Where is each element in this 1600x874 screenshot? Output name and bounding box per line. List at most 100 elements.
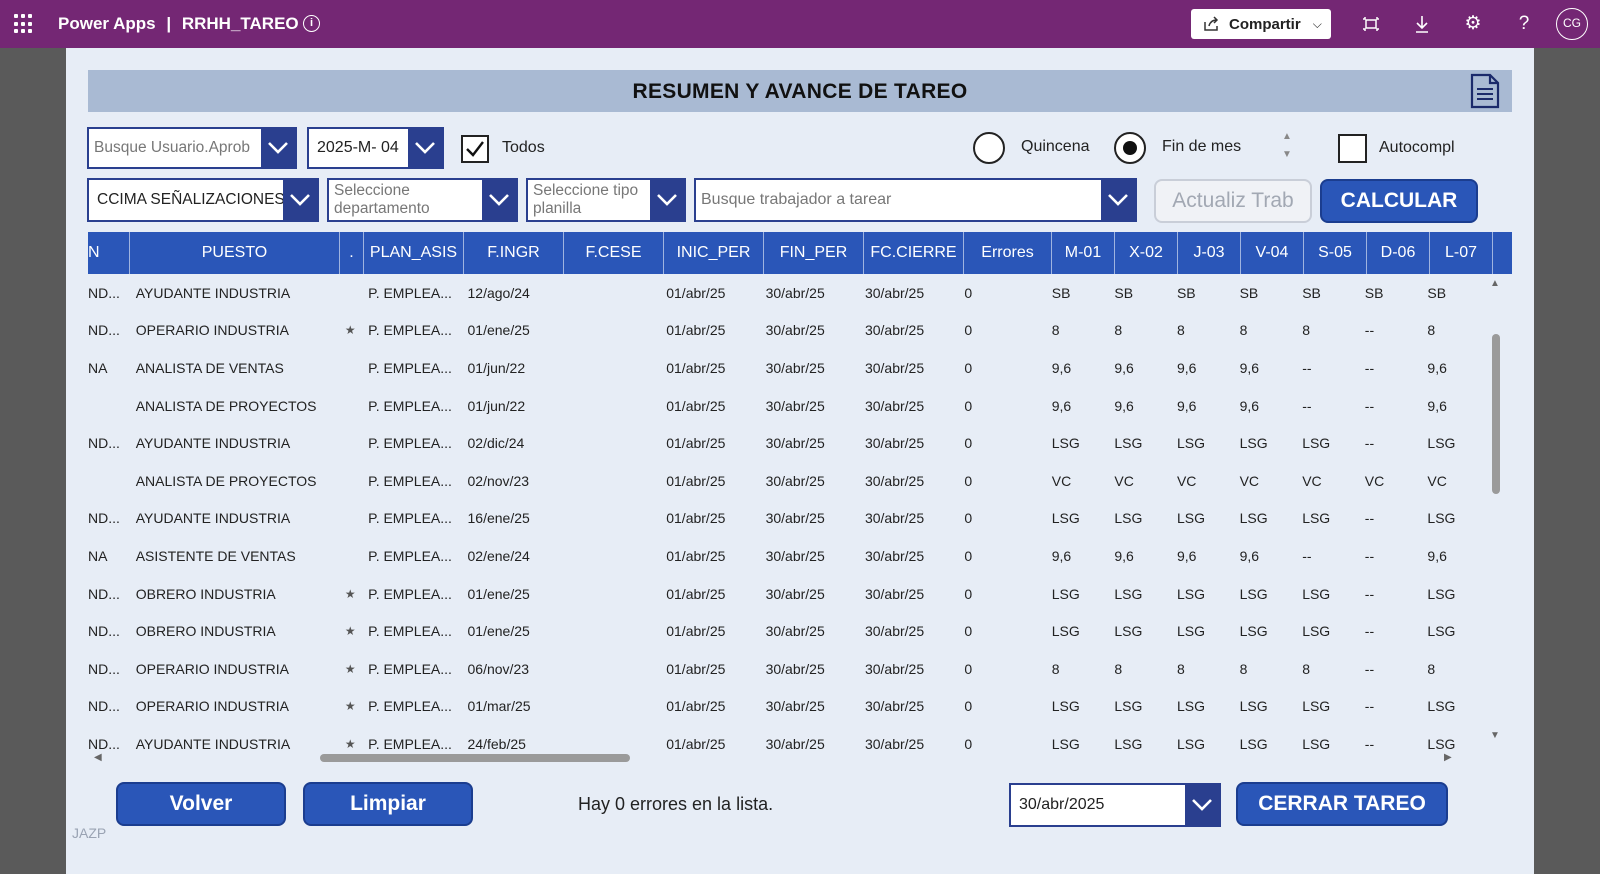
horizontal-scrollbar[interactable]: ◀ ▶ (88, 750, 1484, 766)
table-cell: LSG (1302, 623, 1331, 640)
share-label: Compartir (1229, 15, 1301, 33)
column-header[interactable]: X-02 (1115, 232, 1178, 274)
table-cell: ND... (88, 322, 120, 339)
chevron-down-icon[interactable] (261, 129, 295, 167)
table-row[interactable]: NA ANALISTA DE VENTAS P. EMPLEA... 01/jun/2… (88, 349, 1484, 387)
info-icon[interactable]: i (303, 15, 320, 32)
share-button[interactable]: Compartir ⌵ (1191, 9, 1331, 39)
table-cell: SB (1302, 284, 1321, 301)
table-row[interactable]: ND... AYUDANTE INDUSTRIA P. EMPLEA... 16/en… (88, 500, 1484, 538)
table-cell: 30/abr/25 (765, 472, 825, 489)
cerrar-tareo-button[interactable]: CERRAR TAREO (1236, 782, 1448, 826)
grid-body[interactable]: ND... AYUDANTE INDUSTRIA P. EMPLEA... 12/ag… (88, 274, 1484, 752)
fit-screen-icon[interactable] (1358, 11, 1384, 37)
calcular-button[interactable]: CALCULAR (1320, 179, 1478, 223)
table-cell: 8 (1427, 322, 1436, 339)
table-cell: 30/abr/25 (864, 284, 925, 301)
column-header[interactable]: FC.CIERRE (864, 232, 964, 274)
fin-de-mes-radio[interactable] (1114, 132, 1146, 164)
screen-header: RESUMEN Y AVANCE DE TAREO (88, 70, 1512, 112)
table-row[interactable]: ND... AYUDANTE INDUSTRIA ★ P. EMPLEA... 24/f… (88, 725, 1484, 752)
chevron-down-icon[interactable] (1101, 180, 1135, 220)
scroll-spinner[interactable]: ▲ ▼ (1280, 128, 1294, 168)
table-cell: LSG (1114, 435, 1143, 452)
column-header[interactable]: PUESTO (130, 232, 340, 274)
column-header[interactable]: J-03 (1178, 232, 1241, 274)
autocompl-checkbox[interactable] (1338, 134, 1367, 163)
scroll-left-arrow-icon[interactable]: ◀ (94, 752, 102, 763)
column-header[interactable]: V-04 (1241, 232, 1304, 274)
scroll-down-arrow-icon[interactable]: ▼ (1490, 730, 1500, 741)
close-date-picker[interactable]: 30/abr/2025 (1009, 783, 1221, 827)
table-cell: OBRERO INDUSTRIA (135, 623, 276, 640)
approver-user-combobox[interactable]: Busque Usuario.Aprob (87, 127, 297, 169)
vertical-scrollbar[interactable]: ▲ ▼ (1488, 278, 1502, 742)
chevron-down-icon[interactable] (482, 180, 516, 220)
settings-gear-icon[interactable]: ⚙ (1460, 11, 1486, 37)
document-icon[interactable] (1470, 73, 1500, 109)
help-icon[interactable]: ? (1511, 11, 1537, 37)
table-cell: LSG (1114, 510, 1143, 527)
table-cell: 01/abr/25 (666, 585, 726, 602)
column-header[interactable]: F.INGR (464, 232, 564, 274)
star-icon: ★ (344, 699, 356, 714)
worker-search-input[interactable]: Busque trabajador a tarear (696, 180, 1101, 220)
table-row[interactable]: NA ASISTENTE DE VENTAS P. EMPLEA... 02/ene/… (88, 537, 1484, 575)
chevron-down-icon[interactable] (283, 180, 317, 220)
table-cell: 12/ago/24 (467, 284, 530, 301)
table-cell: SB (1114, 284, 1134, 301)
table-cell: 8 (1302, 660, 1310, 677)
caret-down-icon[interactable]: ▼ (1280, 146, 1294, 164)
department-dropdown[interactable]: Seleccione departamento (327, 178, 518, 222)
table-cell: ND... (88, 284, 120, 301)
table-row[interactable]: ANALISTA DE PROYECTOS P. EMPLEA... 01/jun/… (88, 387, 1484, 425)
company-dropdown[interactable]: CCIMA SEÑALIZACIONES S (87, 178, 319, 222)
scroll-up-arrow-icon[interactable]: ▲ (1490, 278, 1500, 289)
worker-search-combobox[interactable]: Busque trabajador a tarear (694, 178, 1137, 222)
user-avatar[interactable]: CG (1556, 8, 1588, 40)
limpiar-button[interactable]: Limpiar (303, 782, 473, 826)
column-header[interactable]: F.CESE (564, 232, 664, 274)
table-row[interactable]: ND... AYUDANTE INDUSTRIA P. EMPLEA... 12/ag… (88, 274, 1484, 312)
period-dropdown[interactable]: 2025-M- 04 (307, 127, 444, 169)
chevron-down-icon[interactable] (1185, 785, 1219, 825)
column-header[interactable]: M-01 (1052, 232, 1115, 274)
column-header[interactable]: Errores (964, 232, 1052, 274)
table-row[interactable]: ND... OPERARIO INDUSTRIA ★ P. EMPLEA... 01/m… (88, 688, 1484, 726)
column-header[interactable]: . (340, 232, 364, 274)
horizontal-scroll-thumb[interactable] (320, 754, 630, 762)
column-header[interactable]: S-05 (1304, 232, 1367, 274)
table-row[interactable]: ND... OBRERO INDUSTRIA ★ P. EMPLEA... 01/ene… (88, 612, 1484, 650)
column-header[interactable]: FIN_PER (764, 232, 864, 274)
vertical-scroll-thumb[interactable] (1492, 334, 1500, 494)
table-cell: VC (1176, 472, 1197, 489)
chevron-down-icon[interactable] (650, 180, 684, 220)
table-row[interactable]: ND... AYUDANTE INDUSTRIA P. EMPLEA... 02/di… (88, 424, 1484, 462)
planilla-type-dropdown[interactable]: Seleccione tipo planilla (526, 178, 686, 222)
actualiz-trab-button[interactable]: Actualiz Trab (1154, 179, 1312, 223)
approver-user-search-input[interactable]: Busque Usuario.Aprob (89, 129, 261, 167)
column-header[interactable]: L-07 (1430, 232, 1493, 274)
table-row[interactable]: ND... OBRERO INDUSTRIA ★ P. EMPLEA... 01/ene… (88, 575, 1484, 613)
page-title: RESUMEN Y AVANCE DE TAREO (632, 80, 968, 103)
table-row[interactable]: ND... OPERARIO INDUSTRIA ★ P. EMPLEA... 01/e… (88, 312, 1484, 350)
table-cell: LSG (1114, 585, 1143, 602)
chevron-down-icon[interactable] (408, 129, 442, 167)
volver-button[interactable]: Volver (116, 782, 286, 826)
autocompl-label: Autocompl (1379, 139, 1455, 156)
quincena-radio[interactable] (973, 132, 1005, 164)
column-header[interactable]: PLAN_ASIS (364, 232, 464, 274)
table-cell: 30/abr/25 (864, 435, 925, 452)
app-launcher-icon[interactable] (14, 14, 34, 34)
table-cell: P. EMPLEA... (368, 623, 452, 640)
column-header[interactable]: N (88, 232, 130, 274)
column-header[interactable]: INIC_PER (664, 232, 764, 274)
scroll-right-arrow-icon[interactable]: ▶ (1444, 752, 1452, 763)
column-header[interactable]: D-06 (1367, 232, 1430, 274)
table-cell: P. EMPLEA... (368, 472, 452, 489)
table-row[interactable]: ND... OPERARIO INDUSTRIA ★ P. EMPLEA... 06/n… (88, 650, 1484, 688)
download-icon[interactable] (1409, 11, 1435, 37)
caret-up-icon[interactable]: ▲ (1280, 128, 1294, 146)
table-row[interactable]: ANALISTA DE PROYECTOS P. EMPLEA... 02/nov/… (88, 462, 1484, 500)
todos-checkbox[interactable] (461, 135, 489, 163)
